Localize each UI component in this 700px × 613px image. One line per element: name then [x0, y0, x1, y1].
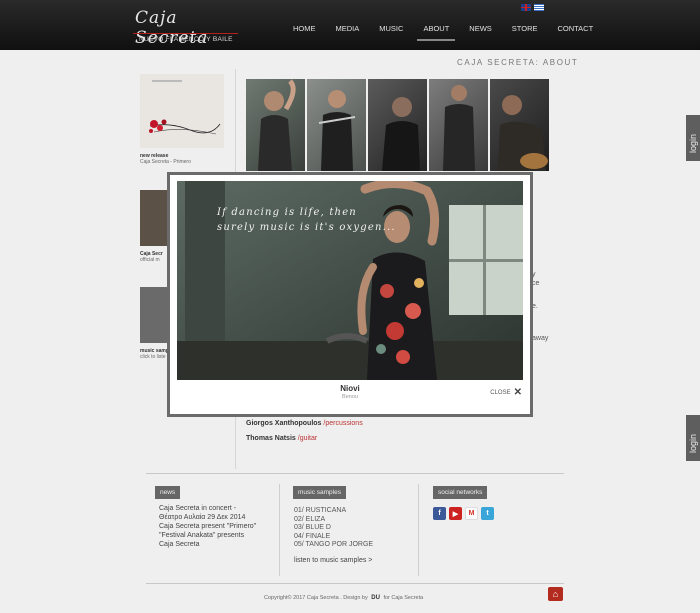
- login-label: login: [688, 133, 698, 153]
- facebook-icon[interactable]: f: [433, 507, 446, 520]
- body-text-fragment: away: [532, 335, 549, 342]
- band-member: Giorgos Xanthopoulos /percussions: [246, 420, 363, 427]
- footer-news-list: Caja Secreta in concert - Θέατρο Αυλαία …: [159, 504, 256, 549]
- login-tab[interactable]: login: [686, 115, 700, 161]
- nav-media[interactable]: MEDIA: [326, 24, 370, 33]
- album-cover-image[interactable]: [140, 74, 224, 148]
- quote-line: surely music is it's oxygen...: [217, 222, 396, 233]
- listen-samples-link[interactable]: listen to music samples >: [294, 556, 372, 565]
- news-item[interactable]: Caja Secreta: [159, 540, 256, 549]
- quote-line: If dancing is life, then: [217, 207, 357, 218]
- footer-column-divider: [418, 484, 419, 576]
- band-photo[interactable]: [490, 79, 549, 171]
- main-nav: HOME MEDIA MUSIC ABOUT NEWS STORE CONTAC…: [283, 24, 603, 41]
- lightbox-image: If dancing is life, then surely music is…: [177, 181, 523, 380]
- footer-news-label: news: [155, 486, 181, 499]
- close-icon: ✕: [513, 387, 522, 398]
- copyright-text: Copyright© 2017 Caja Secreta . Design by…: [264, 595, 423, 601]
- band-photo[interactable]: [246, 79, 305, 171]
- nav-contact[interactable]: CONTACT: [547, 24, 603, 33]
- band-photo[interactable]: [429, 79, 488, 171]
- lightbox-caption-subtitle: Benou: [342, 394, 358, 400]
- news-item[interactable]: Caja Secreta in concert -: [159, 504, 256, 513]
- english-flag-icon[interactable]: [521, 4, 531, 11]
- nav-news[interactable]: NEWS: [459, 24, 502, 33]
- designer-logo[interactable]: DU: [371, 595, 380, 601]
- lightbox-close-button[interactable]: CLOSE ✕: [490, 387, 522, 398]
- sample-item[interactable]: 01/ RUSTICANA: [294, 507, 373, 516]
- member-role: /guitar: [297, 435, 318, 442]
- body-text-fragment: ce: [532, 280, 540, 287]
- member-name: Giorgos Xanthopoulos: [246, 420, 322, 427]
- footer-social-label: social networks: [433, 486, 488, 499]
- footer-samples-label: music samples: [293, 486, 346, 499]
- band-photo[interactable]: [307, 79, 366, 171]
- nav-about[interactable]: ABOUT: [413, 24, 459, 41]
- site-header: Caja Secreta NUEVO FLAMENCO Y BAILE HOME…: [0, 0, 700, 50]
- sample-item[interactable]: 05/ TANGO POR JORGE: [294, 541, 373, 550]
- news-item[interactable]: "Festival Anakata" presents: [159, 531, 256, 540]
- close-label: CLOSE: [490, 390, 511, 396]
- lightbox-caption-title: Niovi: [340, 384, 360, 393]
- youtube-icon[interactable]: ▶: [449, 507, 462, 520]
- footer-column-divider: [279, 484, 280, 576]
- news-item[interactable]: Caja Secreta present "Primero": [159, 522, 256, 531]
- nav-store[interactable]: STORE: [502, 24, 548, 33]
- home-top-icon[interactable]: ⌂: [548, 587, 563, 601]
- copyright-main: Copyright© 2017 Caja Secreta . Design by: [264, 595, 368, 601]
- nav-home[interactable]: HOME: [283, 24, 326, 33]
- greek-flag-icon[interactable]: [534, 4, 544, 11]
- band-photo-strip: [246, 79, 549, 171]
- footer-bottom-divider: [146, 583, 564, 584]
- nav-music[interactable]: MUSIC: [369, 24, 413, 33]
- band-member: Thomas Natsis /guitar: [246, 435, 317, 442]
- site-logo[interactable]: Caja Secreta NUEVO FLAMENCO Y BAILE: [133, 6, 243, 48]
- sample-item[interactable]: 02/ ELIZA: [294, 516, 373, 525]
- member-name: Thomas Natsis: [246, 435, 296, 442]
- login-tab[interactable]: login: [686, 415, 700, 461]
- sample-item[interactable]: 03/ BLUE D: [294, 524, 373, 533]
- gmail-icon[interactable]: M: [465, 507, 478, 520]
- copyright-tail: for Caja Secreta: [383, 595, 424, 601]
- band-photo[interactable]: [368, 79, 427, 171]
- social-links: f ▶ M t: [433, 507, 494, 520]
- news-item[interactable]: Θέατρο Αυλαία 29 Δεκ 2014: [159, 513, 256, 522]
- sidebar-card-subtitle: Caja Secreta - Primero: [140, 159, 191, 165]
- page-title: CAJA SECRETA: ABOUT: [457, 58, 579, 67]
- member-role: /percussions: [323, 420, 363, 427]
- logo-tagline: NUEVO FLAMENCO Y BAILE: [139, 36, 233, 43]
- sample-item[interactable]: 04/ FINALE: [294, 533, 373, 542]
- login-label: login: [688, 433, 698, 453]
- logo-underline: [133, 33, 238, 34]
- music-samples-list: 01/ RUSTICANA 02/ ELIZA 03/ BLUE D 04/ F…: [294, 507, 373, 550]
- sidebar-card-new-release[interactable]: new release Caja Secreta - Primero: [140, 74, 224, 165]
- language-switcher: [521, 4, 544, 11]
- lightbox-quote: If dancing is life, then surely music is…: [217, 205, 396, 235]
- photo-lightbox: If dancing is life, then surely music is…: [167, 172, 533, 417]
- footer-top-divider: [146, 473, 564, 474]
- twitter-icon[interactable]: t: [481, 507, 494, 520]
